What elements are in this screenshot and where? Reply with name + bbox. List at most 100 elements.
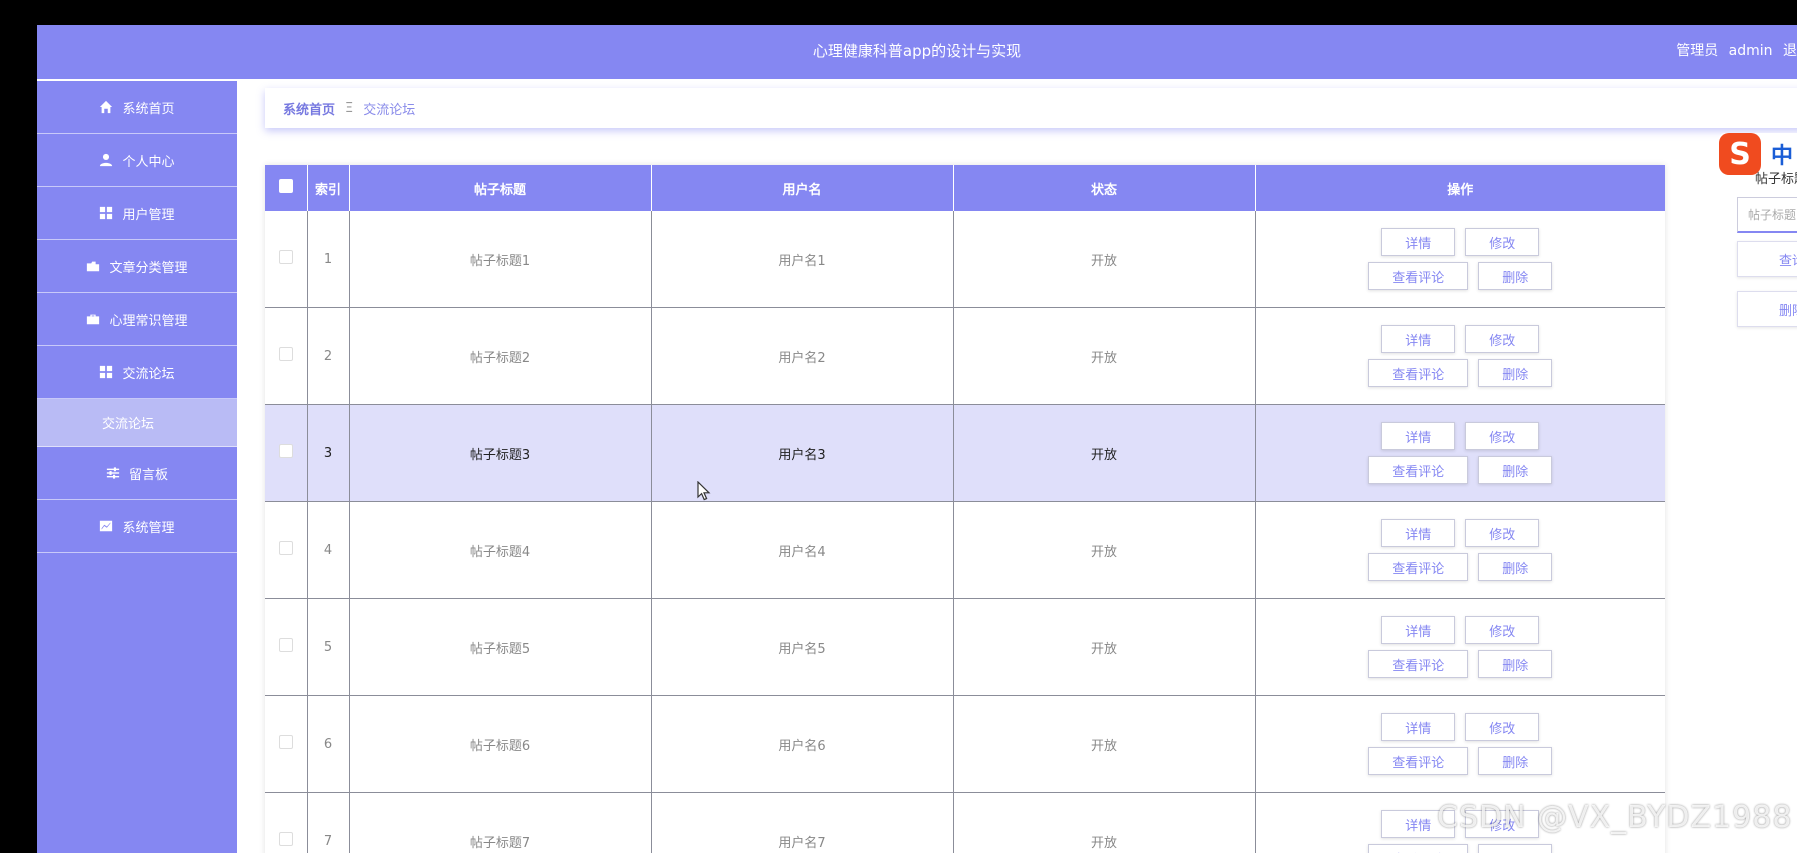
home-icon <box>100 100 113 114</box>
logout-link[interactable]: 退 <box>1783 43 1797 59</box>
view-comments-button[interactable]: 查看评论 <box>1368 650 1469 678</box>
row-title: 帖子标题7 <box>349 792 652 853</box>
forum-table: 索引 帖子标题 用户名 状态 操作 1 帖子标题1 用户名1 开放 详情 修改 查看评论 删除… <box>265 165 1665 853</box>
breadcrumb-separator: Ξ <box>345 100 354 116</box>
sidebar-item-forum[interactable]: 交流论坛 <box>37 346 237 399</box>
grid-icon <box>100 206 113 220</box>
row-actions: 详情修改查看评论删除 <box>1255 501 1665 599</box>
batch-delete-button[interactable]: 删除 <box>1737 291 1797 327</box>
delete-button[interactable]: 删除 <box>1478 359 1553 387</box>
row-checkbox[interactable] <box>278 541 293 555</box>
edit-button[interactable]: 修改 <box>1465 616 1540 644</box>
row-checkbox[interactable] <box>278 638 293 652</box>
row-username: 用户名1 <box>651 211 954 308</box>
view-comments-button[interactable]: 查看评论 <box>1368 456 1469 484</box>
user-icon <box>100 153 113 167</box>
select-all-header <box>265 165 308 211</box>
detail-button[interactable]: 详情 <box>1381 616 1456 644</box>
edit-button[interactable]: 修改 <box>1465 325 1540 353</box>
row-index: 6 <box>307 695 350 793</box>
query-button[interactable]: 查询 <box>1737 241 1797 277</box>
title-search-input[interactable] <box>1737 197 1797 233</box>
view-comments-button[interactable]: 查看评论 <box>1368 747 1469 775</box>
row-actions: 详情修改查看评论删除 <box>1255 404 1665 502</box>
table-row[interactable]: 4 帖子标题4 用户名4 开放 详情 修改 查看评论 删除 <box>265 501 1665 599</box>
header-user-info: 管理员 admin 退 <box>1670 25 1797 77</box>
sidebar-subitem-forum[interactable]: 交流论坛 <box>37 399 237 447</box>
row-checkbox[interactable] <box>278 444 293 458</box>
delete-button[interactable]: 删除 <box>1478 553 1553 581</box>
sidebar-item-article-categories[interactable]: 文章分类管理 <box>37 240 237 293</box>
ime-mode-indicator[interactable]: 中 <box>1771 138 1793 170</box>
detail-button[interactable]: 详情 <box>1381 422 1456 450</box>
table-row[interactable]: 5 帖子标题5 用户名5 开放 详情 修改 查看评论 删除 <box>265 598 1665 696</box>
edit-button[interactable]: 修改 <box>1465 713 1540 741</box>
breadcrumb-current: 交流论坛 <box>363 102 416 118</box>
delete-button[interactable]: 删除 <box>1478 650 1553 678</box>
row-select-cell <box>265 307 308 405</box>
view-comments-button[interactable]: 查看评论 <box>1368 359 1469 387</box>
row-select-cell <box>265 695 308 793</box>
detail-button[interactable]: 详情 <box>1381 713 1456 741</box>
row-title: 帖子标题3 <box>349 404 652 502</box>
user-role: 管理员 <box>1676 43 1719 59</box>
sidebar-item-label: 个人中心 <box>122 154 175 170</box>
row-checkbox[interactable] <box>278 250 293 264</box>
sidebar-item-system[interactable]: 系统管理 <box>37 500 237 553</box>
detail-button[interactable]: 详情 <box>1381 228 1456 256</box>
sidebar-item-users[interactable]: 用户管理 <box>37 187 237 240</box>
row-status: 开放 <box>953 695 1256 793</box>
delete-button[interactable]: 删除 <box>1478 262 1553 290</box>
select-all-checkbox[interactable] <box>278 179 293 193</box>
row-select-cell <box>265 501 308 599</box>
row-index: 1 <box>307 211 350 308</box>
row-actions: 详情修改查看评论删除 <box>1255 211 1665 308</box>
chart-icon <box>100 520 113 532</box>
grid-icon <box>100 365 113 379</box>
detail-button[interactable]: 详情 <box>1381 519 1456 547</box>
sidebar-item-home[interactable]: 系统首页 <box>37 81 237 134</box>
delete-button[interactable]: 删除 <box>1478 844 1553 853</box>
sidebar-item-psych-knowledge[interactable]: 心理常识管理 <box>37 293 237 346</box>
sidebar-item-label: 留言板 <box>128 467 168 483</box>
column-header-username: 用户名 <box>651 165 954 211</box>
row-select-cell <box>265 211 308 308</box>
row-status: 开放 <box>953 598 1256 696</box>
row-checkbox[interactable] <box>278 735 293 749</box>
row-index: 4 <box>307 501 350 599</box>
row-checkbox[interactable] <box>278 347 293 361</box>
folder-icon <box>87 261 100 272</box>
row-checkbox[interactable] <box>278 832 293 846</box>
sidebar-item-label: 文章分类管理 <box>109 260 188 276</box>
sidebar-item-label: 心理常识管理 <box>109 313 188 329</box>
app-window: 心理健康科普app的设计与实现 管理员 admin 退 系统首页 个人中心 用户… <box>37 25 1797 853</box>
sidebar-item-message-board[interactable]: 留言板 <box>37 447 237 500</box>
table-row[interactable]: 6 帖子标题6 用户名6 开放 详情 修改 查看评论 删除 <box>265 695 1665 793</box>
screen-top-bar <box>0 0 1797 25</box>
edit-button[interactable]: 修改 <box>1465 422 1540 450</box>
row-index: 3 <box>307 404 350 502</box>
row-actions: 详情修改查看评论删除 <box>1255 695 1665 793</box>
delete-button[interactable]: 删除 <box>1478 456 1553 484</box>
table-row[interactable]: 2 帖子标题2 用户名2 开放 详情 修改 查看评论 删除 <box>265 307 1665 405</box>
sidebar-subitem-label: 交流论坛 <box>101 417 154 432</box>
breadcrumb-home-link[interactable]: 系统首页 <box>283 99 335 118</box>
search-label: 帖子标题 <box>1754 172 1797 187</box>
row-status: 开放 <box>953 307 1256 405</box>
edit-button[interactable]: 修改 <box>1465 519 1540 547</box>
row-select-cell <box>265 404 308 502</box>
view-comments-button[interactable]: 查看评论 <box>1368 262 1469 290</box>
column-header-actions: 操作 <box>1255 165 1665 211</box>
edit-button[interactable]: 修改 <box>1465 228 1540 256</box>
table-row[interactable]: 3 帖子标题3 用户名3 开放 详情 修改 查看评论 删除 <box>265 404 1665 502</box>
detail-button[interactable]: 详情 <box>1381 325 1456 353</box>
username: admin <box>1728 43 1773 59</box>
row-status: 开放 <box>953 792 1256 853</box>
view-comments-button[interactable]: 查看评论 <box>1368 844 1469 853</box>
sliders-icon <box>106 467 120 479</box>
view-comments-button[interactable]: 查看评论 <box>1368 553 1469 581</box>
sidebar-item-profile[interactable]: 个人中心 <box>37 134 237 187</box>
row-title: 帖子标题4 <box>349 501 652 599</box>
table-row[interactable]: 1 帖子标题1 用户名1 开放 详情 修改 查看评论 删除 <box>265 211 1665 308</box>
delete-button[interactable]: 删除 <box>1478 747 1553 775</box>
